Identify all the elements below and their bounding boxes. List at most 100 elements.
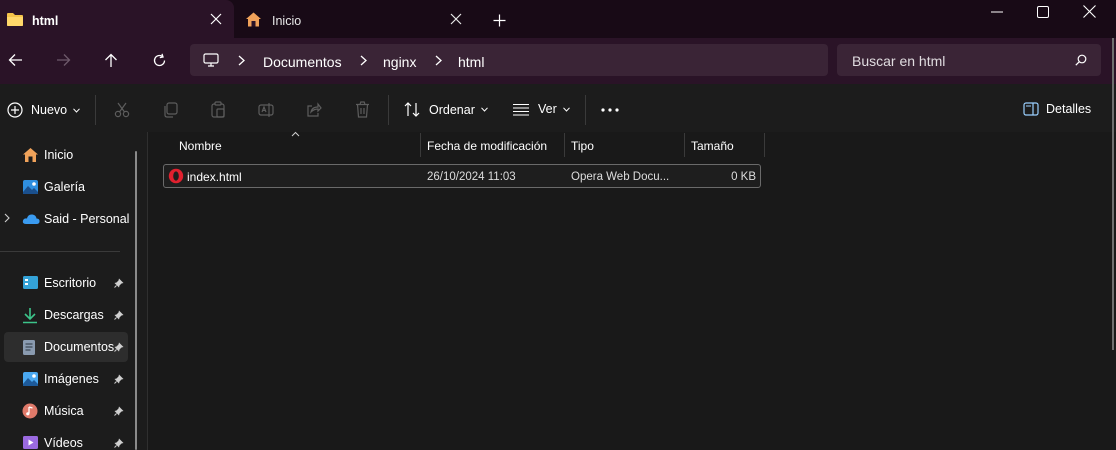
- sidebar-item-documentos[interactable]: Documentos: [4, 332, 128, 362]
- pictures-icon: [22, 371, 39, 387]
- chevron-down-icon: [73, 107, 81, 113]
- view-button[interactable]: Ver: [513, 102, 570, 116]
- chevron-right-icon[interactable]: [4, 213, 10, 223]
- pin-icon[interactable]: [114, 310, 124, 320]
- pin-icon[interactable]: [114, 278, 124, 288]
- computer-icon: [203, 53, 219, 67]
- chevron-down-icon: [480, 107, 488, 112]
- details-label: Detalles: [1046, 102, 1092, 116]
- window-scrollbar[interactable]: [1112, 38, 1114, 350]
- close-window-button[interactable]: [1083, 5, 1096, 18]
- pin-icon[interactable]: [114, 342, 124, 352]
- sidebar-divider: [0, 251, 120, 252]
- sidebar-item-label: Said - Personal: [44, 212, 130, 226]
- forward-button[interactable]: [56, 53, 71, 67]
- pin-icon[interactable]: [114, 438, 124, 448]
- sidebar-item-label: Descargas: [44, 308, 104, 322]
- sidebar-item-label: Inicio: [44, 148, 74, 162]
- column-header-size[interactable]: Tamaño: [691, 139, 734, 153]
- sort-button[interactable]: Ordenar: [404, 102, 488, 117]
- sidebar-item-descargas[interactable]: Descargas: [4, 300, 128, 330]
- sidebar-item-galeria[interactable]: Galería: [4, 172, 128, 202]
- home-icon: [22, 147, 39, 163]
- file-type: Opera Web Docu...: [571, 171, 670, 183]
- toolbar-divider: [95, 95, 96, 125]
- sidebar-item-imagenes[interactable]: Imágenes: [4, 364, 128, 394]
- folder-icon: [6, 11, 24, 27]
- details-button[interactable]: Detalles: [1023, 102, 1091, 116]
- column-divider[interactable]: [420, 133, 421, 157]
- cut-icon[interactable]: [114, 102, 130, 118]
- maximize-button[interactable]: [1037, 6, 1049, 18]
- search-icon: [1075, 54, 1087, 66]
- gallery-icon: [22, 179, 39, 195]
- sidebar-item-label: Vídeos: [44, 436, 83, 450]
- close-icon[interactable]: [450, 13, 462, 25]
- sort-ascending-icon: [291, 131, 300, 137]
- column-divider[interactable]: [564, 133, 565, 157]
- sidebar-item-inicio[interactable]: Inicio: [4, 140, 128, 170]
- sort-label: Ordenar: [429, 102, 475, 117]
- sidebar-item-label: Imágenes: [44, 372, 99, 386]
- file-row[interactable]: index.html 26/10/2024 11:03 Opera Web Do…: [163, 164, 761, 188]
- view-label: Ver: [538, 102, 557, 116]
- more-options-icon[interactable]: [601, 108, 619, 112]
- delete-icon[interactable]: [355, 101, 370, 118]
- home-icon: [245, 11, 262, 28]
- toolbar-divider: [388, 95, 389, 125]
- chevron-down-icon: [562, 106, 570, 112]
- tab-html[interactable]: html: [0, 0, 234, 38]
- new-button-label: Nuevo: [31, 103, 68, 117]
- sidebar-scrollbar[interactable]: [135, 151, 137, 450]
- pin-icon[interactable]: [114, 374, 124, 384]
- refresh-button[interactable]: [152, 53, 167, 68]
- file-name: index.html: [187, 170, 242, 184]
- column-header-type[interactable]: Tipo: [571, 139, 594, 153]
- music-icon: [22, 403, 38, 419]
- address-bar[interactable]: Documentos nginx html: [190, 44, 828, 76]
- paste-icon[interactable]: [210, 101, 226, 118]
- copy-icon[interactable]: [162, 102, 178, 118]
- desktop-icon: [22, 275, 39, 290]
- pin-icon[interactable]: [114, 406, 124, 416]
- sidebar-item-label: Escritorio: [44, 276, 97, 290]
- column-divider[interactable]: [764, 133, 765, 157]
- breadcrumb-documentos[interactable]: Documentos: [263, 54, 342, 70]
- back-button[interactable]: [8, 53, 23, 67]
- file-modified: 26/10/2024 11:03: [427, 171, 516, 183]
- minimize-button[interactable]: [991, 11, 1003, 13]
- tab-title: html: [32, 14, 59, 28]
- list-view-icon: [513, 103, 529, 116]
- column-header-name[interactable]: Nombre: [179, 139, 222, 153]
- search-input[interactable]: Buscar en html: [852, 53, 945, 69]
- share-icon[interactable]: [306, 102, 322, 118]
- sidebar-item-musica[interactable]: Música: [4, 396, 128, 426]
- sidebar-item-label: Galería: [44, 180, 85, 194]
- sidebar-item-escritorio[interactable]: Escritorio: [4, 268, 128, 298]
- details-pane-icon: [1023, 102, 1039, 116]
- new-button[interactable]: Nuevo: [7, 102, 81, 118]
- onedrive-icon: [22, 213, 40, 225]
- chevron-right-icon: [238, 55, 245, 66]
- sort-icon: [404, 102, 421, 117]
- up-button[interactable]: [104, 53, 118, 68]
- column-header-modified[interactable]: Fecha de modificación: [427, 139, 547, 153]
- breadcrumb-nginx[interactable]: nginx: [383, 54, 416, 70]
- tab-inicio[interactable]: Inicio: [238, 0, 474, 38]
- sidebar-item-said-personal[interactable]: Said - Personal: [4, 204, 130, 234]
- close-icon[interactable]: [210, 13, 222, 25]
- download-icon: [22, 307, 38, 324]
- add-icon: [7, 102, 23, 118]
- search-box[interactable]: Buscar en html: [837, 44, 1101, 76]
- documents-icon: [22, 339, 36, 356]
- tab-title: Inicio: [272, 14, 302, 28]
- chevron-right-icon: [360, 55, 367, 66]
- chevron-right-icon: [435, 55, 442, 66]
- column-divider[interactable]: [684, 133, 685, 157]
- new-tab-button[interactable]: [493, 14, 506, 27]
- sidebar-item-label: Música: [44, 404, 84, 418]
- file-size: 0 KB: [731, 171, 756, 183]
- breadcrumb-html[interactable]: html: [458, 54, 484, 70]
- sidebar-item-videos[interactable]: Vídeos: [4, 428, 128, 450]
- rename-icon[interactable]: [258, 102, 274, 118]
